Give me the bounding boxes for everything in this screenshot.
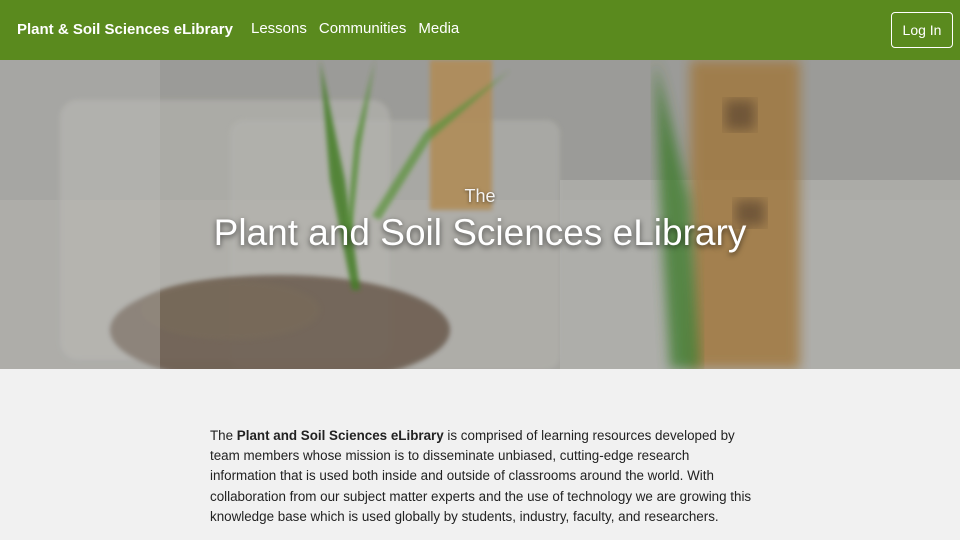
intro-paragraph: The Plant and Soil Sciences eLibrary is … xyxy=(210,426,755,527)
hero-title: Plant and Soil Sciences eLibrary xyxy=(213,212,747,253)
brand-link[interactable]: Plant & Soil Sciences eLibrary xyxy=(17,21,233,38)
nav-communities-link[interactable]: Communities xyxy=(319,20,407,37)
hero-text-block: The Plant and Soil Sciences eLibrary xyxy=(0,60,960,369)
intro-bold-name: Plant and Soil Sciences eLibrary xyxy=(236,428,444,443)
hero-pretitle: The xyxy=(464,186,496,206)
hero-banner: The Plant and Soil Sciences eLibrary xyxy=(0,60,960,369)
intro-lead: The xyxy=(210,428,237,443)
nav-lessons-link[interactable]: Lessons xyxy=(251,20,307,37)
nav-media-link[interactable]: Media xyxy=(418,20,459,37)
main-nav: Lessons Communities Media xyxy=(251,20,471,37)
login-button[interactable]: Log In xyxy=(891,12,953,48)
top-navbar: Plant & Soil Sciences eLibrary Lessons C… xyxy=(0,0,960,60)
